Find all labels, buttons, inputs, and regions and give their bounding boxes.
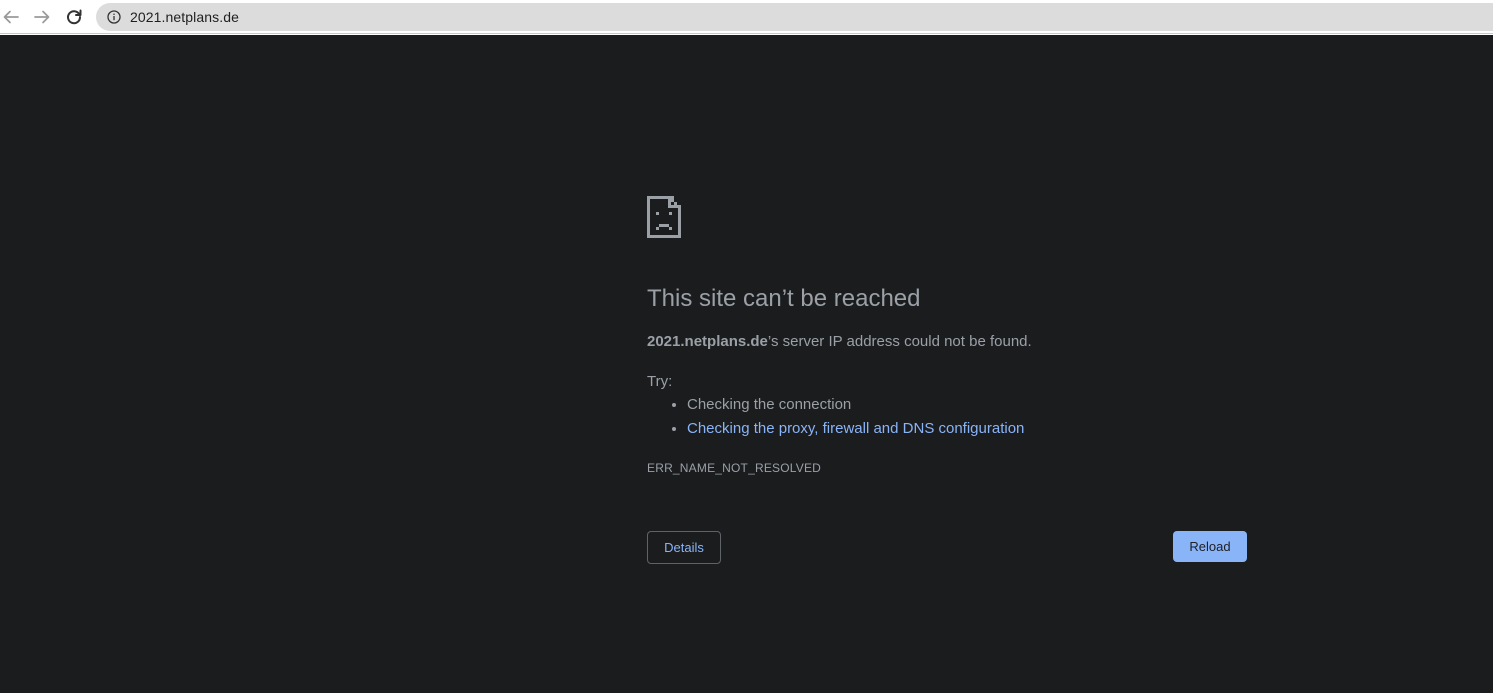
back-button[interactable] — [0, 6, 22, 28]
error-page: This site can’t be reached 2021.netplans… — [0, 35, 1493, 693]
suggestion-check-connection: Checking the connection — [687, 396, 852, 413]
suggestions-list: Checking the connection Checking the pro… — [647, 393, 1024, 441]
proxy-firewall-dns-link[interactable]: Checking the proxy, firewall and DNS con… — [687, 420, 1024, 437]
error-description-text: ’s server IP address could not be found. — [767, 333, 1032, 350]
error-code: ERR_NAME_NOT_RESOLVED — [647, 461, 822, 475]
reload-icon — [67, 9, 82, 25]
info-icon[interactable] — [106, 9, 122, 25]
error-description: 2021.netplans.de’s server IP address cou… — [647, 333, 1032, 350]
details-button[interactable]: Details — [647, 531, 721, 564]
try-label: Try: — [647, 373, 673, 390]
sad-page-icon — [647, 196, 681, 238]
reload-button[interactable]: Reload — [1173, 531, 1247, 562]
suggestion-item: Checking the proxy, firewall and DNS con… — [687, 417, 1024, 441]
forward-button[interactable] — [31, 6, 53, 28]
address-bar[interactable]: 2021.netplans.de — [96, 3, 1493, 31]
error-host: 2021.netplans.de — [647, 333, 768, 350]
arrow-left-icon — [3, 10, 19, 24]
error-title: This site can’t be reached — [647, 285, 921, 312]
address-bar-url[interactable]: 2021.netplans.de — [130, 9, 239, 25]
reload-page-button[interactable] — [63, 6, 85, 28]
suggestion-item: Checking the connection — [687, 393, 1024, 417]
arrow-right-icon — [34, 10, 50, 24]
browser-toolbar: 2021.netplans.de — [0, 0, 1493, 34]
